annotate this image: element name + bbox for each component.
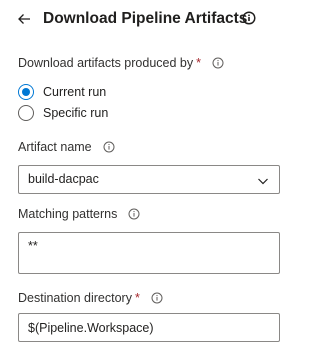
info-icon[interactable]: [103, 141, 115, 153]
radio-button[interactable]: [18, 105, 34, 121]
radio-label: Specific run: [43, 106, 109, 120]
artifact-name-value: build-dacpac: [28, 172, 99, 186]
page-title: Download Pipeline Artifacts: [43, 10, 248, 27]
radio-label: Current run: [43, 85, 107, 99]
matching-patterns-label-row: Matching patterns: [18, 206, 140, 222]
radio-specific-run[interactable]: Specific run: [18, 104, 108, 122]
radio-current-run[interactable]: Current run: [18, 83, 106, 101]
destination-directory-input[interactable]: [18, 313, 280, 342]
artifact-name-label-row: Artifact name: [18, 139, 115, 155]
required-marker: *: [134, 291, 140, 305]
matching-patterns-label: Matching patterns: [18, 207, 118, 221]
info-icon[interactable]: [212, 57, 224, 69]
destination-directory-label: Destination directory: [18, 291, 132, 305]
chevron-down-icon: [258, 178, 268, 185]
radio-button-selected[interactable]: [18, 84, 34, 100]
info-icon[interactable]: [151, 292, 163, 304]
matching-patterns-textarea[interactable]: **: [18, 232, 280, 274]
info-circle-icon[interactable]: [242, 11, 256, 25]
required-marker: *: [196, 56, 201, 70]
panel-header: Download Pipeline Artifacts: [0, 0, 302, 40]
destination-directory-label-row: Destination directory *: [18, 290, 163, 306]
artifact-name-label: Artifact name: [18, 140, 92, 154]
info-icon[interactable]: [128, 208, 140, 220]
task-config-panel: Download Pipeline Artifacts Download art…: [0, 0, 302, 360]
download-source-label-row: Download artifacts produced by *: [18, 55, 224, 71]
artifact-name-dropdown[interactable]: build-dacpac: [18, 165, 280, 194]
back-button[interactable]: [14, 9, 34, 29]
download-source-label: Download artifacts produced by: [18, 56, 194, 70]
arrow-left-icon: [18, 14, 30, 24]
